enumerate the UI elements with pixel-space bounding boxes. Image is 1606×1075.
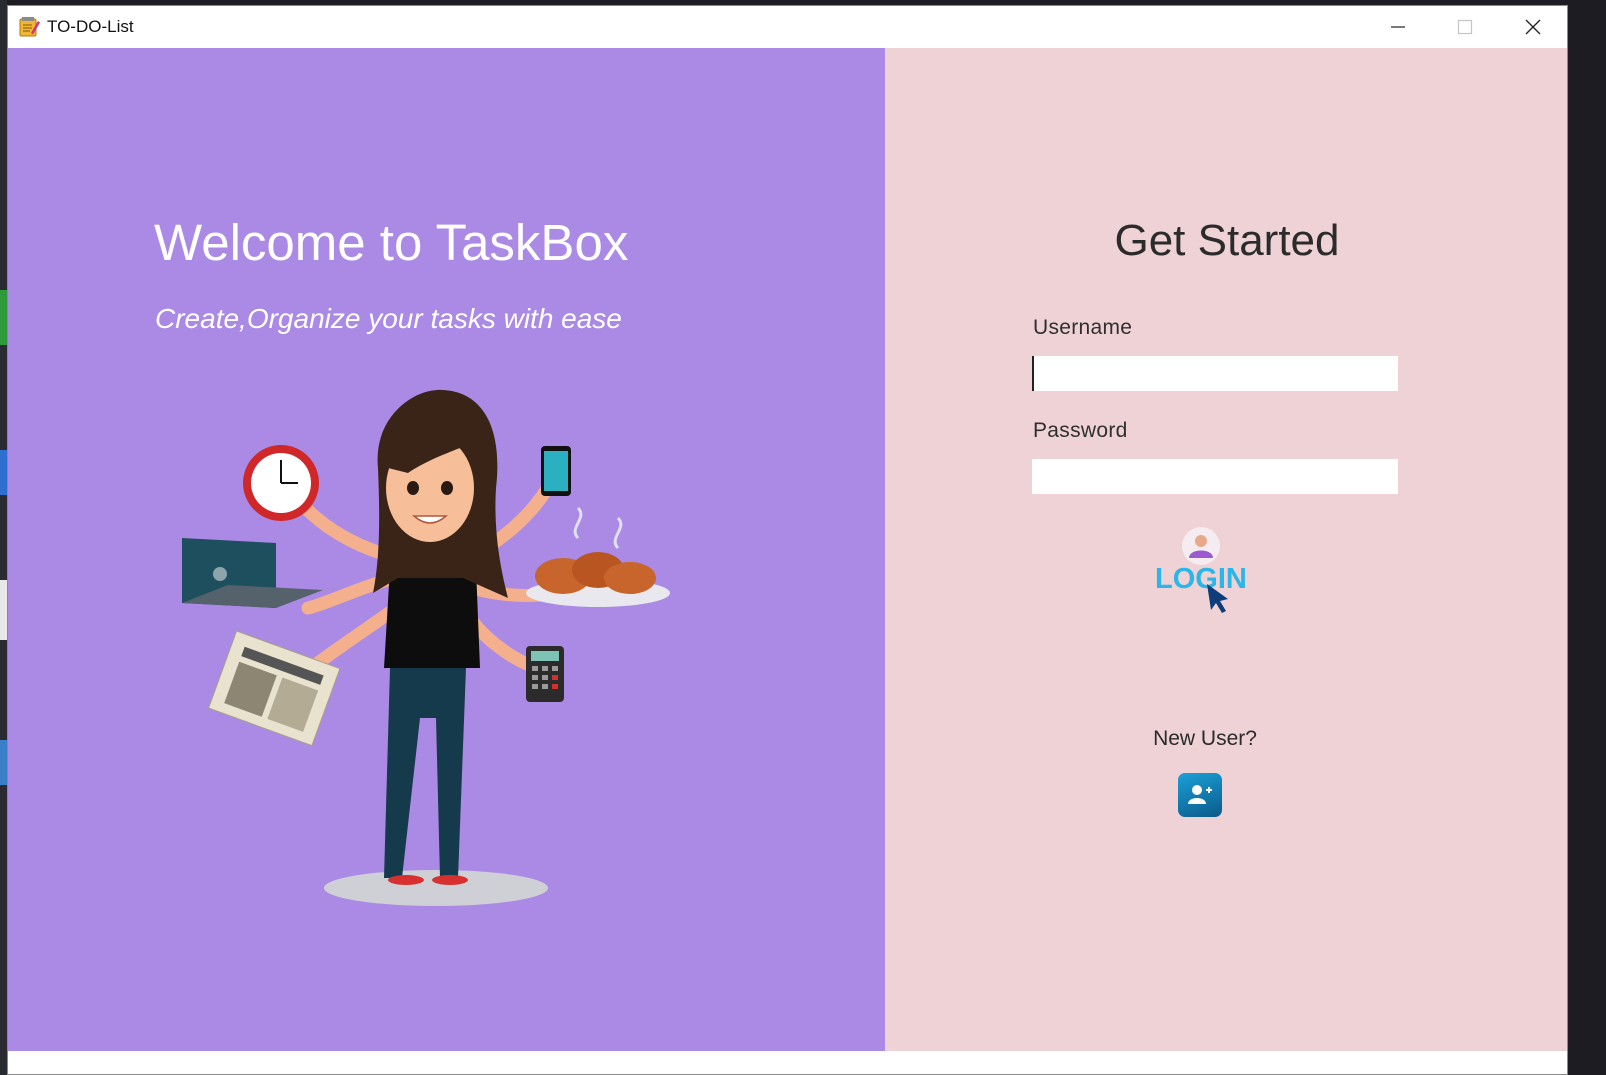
login-button[interactable]: LOGIN [1153,526,1253,616]
close-icon [1525,19,1541,35]
maximize-icon [1457,19,1473,35]
window-title: TO-DO-List [47,17,134,36]
desktop-background [0,0,7,1075]
login-panel: Get Started Username Password LOGIN New … [885,48,1567,1051]
title-bar: TO-DO-List [8,6,1567,48]
close-button[interactable] [1500,6,1566,48]
get-started-heading: Get Started [1114,216,1340,265]
app-window: TO-DO-List Welcome to TaskBox Create,Org… [7,5,1568,1075]
login-text: LOGIN [1155,563,1247,595]
minimize-button[interactable] [1365,6,1431,48]
welcome-heading: Welcome to TaskBox [154,214,629,271]
username-label: Username [1033,316,1133,339]
add-user-icon [1188,785,1212,804]
register-button[interactable] [1178,773,1222,817]
maximize-button[interactable] [1432,6,1498,48]
password-label: Password [1033,419,1128,442]
notepad-icon [19,17,40,37]
new-user-label: New User? [1153,727,1257,750]
welcome-panel: Welcome to TaskBox Create,Organize your … [8,48,885,1051]
login-icon: LOGIN [1155,527,1247,613]
minimize-icon [1391,26,1405,28]
multitasking-woman-illustration [182,389,670,906]
username-input[interactable] [1032,356,1398,391]
welcome-tagline: Create,Organize your tasks with ease [155,303,622,334]
password-input[interactable] [1032,459,1398,494]
